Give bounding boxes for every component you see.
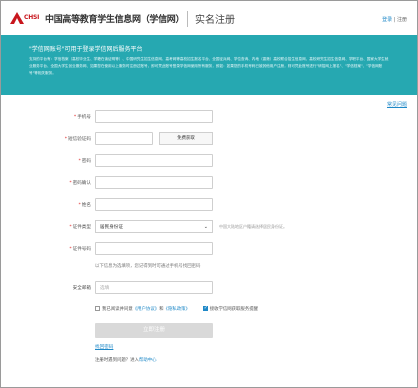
sms-code-input[interactable] [95, 132, 153, 145]
agreement-row: 我已阅读并同意《用户协议》和《隐私政策》 接收学信网获取服务提醒 [95, 305, 258, 312]
browser-frame: CHSI 中国高等教育学生信息网（学信网） 实名注册 登录 | 注册 "学信网账… [0, 0, 418, 388]
agree-checkbox[interactable] [95, 306, 100, 311]
retrieve-password-link[interactable]: 找回密码 [95, 344, 113, 350]
site-logo[interactable]: CHSI 中国高等教育学生信息网（学信网） [9, 10, 185, 28]
sms-code-label: *短信验证码 [64, 137, 91, 142]
faq-link[interactable]: 常见问题 [387, 101, 407, 108]
id-number-label: *证件号码 [69, 247, 91, 252]
subscribe-checkbox[interactable] [202, 305, 208, 311]
top-links: 登录 | 注册 [382, 16, 407, 23]
id-type-row: *证件类型 居民身份证 ⌄ 中国大陆地区户籍请选择居民身份证。 [1, 220, 417, 234]
bottom-help: 注册时遇到问题？进入帮助中心 [95, 357, 157, 363]
optional-note: 以下信息为选填项，您记得到时可通过手机号找回密码 [95, 264, 201, 269]
privacy-policy-link[interactable]: 《隐私政策》 [164, 307, 190, 312]
subscribe-text: 接收学信网获取服务提醒 [209, 307, 258, 312]
name-input[interactable] [95, 198, 213, 211]
security-email-label: 安全邮箱 [72, 286, 91, 291]
user-agreement-link[interactable]: 《用户协议》 [133, 307, 159, 312]
id-number-row: *证件号码 [1, 242, 417, 256]
register-submit-button[interactable]: 立即注册 [95, 323, 213, 338]
password-input[interactable] [95, 154, 213, 167]
register-link[interactable]: 注册 [397, 17, 407, 23]
info-banner: "学信网账号"可用于登录学信网后服务平台 支持的平台有：学信档案（高校毕业生、学… [1, 35, 417, 95]
name-row: *姓名 [1, 198, 417, 212]
id-type-hint: 中国大陆地区户籍请选择居民身份证。 [219, 224, 287, 229]
logo-text-en: CHSI [24, 14, 40, 21]
password-confirm-input[interactable] [95, 176, 213, 189]
security-email-row: 安全邮箱 选填 [1, 281, 417, 295]
top-links-separator: | [393, 17, 396, 23]
name-label: *姓名 [78, 203, 92, 208]
phone-row: *手机号 [1, 110, 417, 124]
agree-text: 我已阅读并同意 [102, 307, 133, 312]
id-type-label: *证件类型 [69, 225, 91, 230]
header-divider [187, 11, 188, 27]
sms-row: *短信验证码 免费获取 [1, 132, 417, 146]
phone-label: *手机号 [73, 115, 91, 120]
id-type-select[interactable]: 居民身份证 ⌄ [95, 220, 213, 233]
help-center-link[interactable]: 帮助中心 [139, 358, 157, 363]
bottom-help-prefix: 注册时遇到问题？进入 [95, 358, 139, 363]
phone-input[interactable] [95, 110, 213, 123]
password-row: *密码 [1, 154, 417, 168]
chsi-logo-icon [10, 12, 24, 24]
page-title: 实名注册 [195, 15, 235, 26]
password-label: *密码 [78, 159, 92, 164]
banner-description: 支持的平台有：学信档案（高校毕业生、学籍在读证明等）、中国研究生招生信息网、高考… [29, 57, 389, 75]
id-type-value: 居民身份证 [100, 225, 123, 230]
security-email-input[interactable]: 选填 [95, 281, 213, 294]
id-number-input[interactable] [95, 242, 213, 255]
site-header: CHSI 中国高等教育学生信息网（学信网） 实名注册 登录 | 注册 [1, 1, 417, 35]
logo-text-cn: 中国高等教育学生信息网（学信网） [45, 15, 185, 25]
get-sms-code-button[interactable]: 免费获取 [159, 132, 213, 145]
password-confirm-row: *密码确认 [1, 176, 417, 190]
chevron-down-icon: ⌄ [203, 224, 208, 230]
banner-title: "学信网账号"可用于登录学信网后服务平台 [29, 46, 143, 53]
password-confirm-label: *密码确认 [69, 181, 91, 186]
login-link[interactable]: 登录 [382, 17, 392, 23]
